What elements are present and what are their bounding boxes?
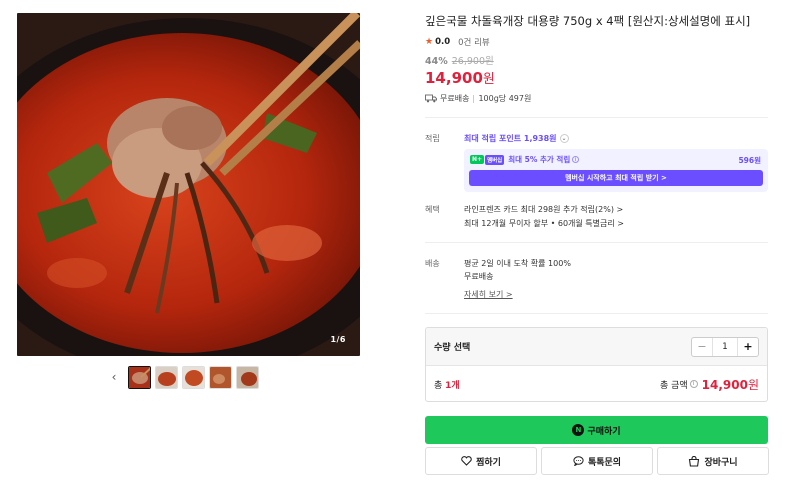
quantity-box: 수량 선택 − 1 + 총 1개 총 금액 i 14,900원 <box>425 327 768 402</box>
thumbnail-5-image <box>237 366 258 388</box>
buy-button-label: 구매하기 <box>587 426 621 437</box>
talk-inquiry-label: 톡톡문의 <box>587 457 622 468</box>
cart-label: 장바구니 <box>704 457 738 468</box>
stew-photo <box>17 13 360 356</box>
points-label: 적립 <box>425 134 440 143</box>
buy-button[interactable]: N 구매하기 <box>425 416 768 444</box>
divider <box>425 117 768 118</box>
total-count-value: 1개 <box>445 380 460 391</box>
thumbnail-5[interactable] <box>236 365 259 389</box>
quantity-stepper: − 1 + <box>691 336 759 357</box>
total-price-amount: 14,900원 <box>702 376 759 393</box>
heart-icon <box>461 456 472 466</box>
secondary-actions: 찜하기 톡톡문의 장바구니 <box>425 447 769 475</box>
info-icon[interactable]: i <box>689 380 698 388</box>
membership-start-button[interactable]: 멤버십 시작하고 최대 적립 받기 > <box>469 170 763 186</box>
star-icon: ★ <box>425 37 434 47</box>
thumbnail-4[interactable] <box>209 365 232 389</box>
total-price-unit: 원 <box>747 377 759 392</box>
review-count[interactable]: 0건 리뷰 <box>458 36 490 48</box>
truck-icon <box>425 94 437 103</box>
delivery-estimate: 평균 2일 이내 도착 확률 100% <box>464 259 571 268</box>
quantity-label: 수량 선택 <box>434 343 471 353</box>
chevron-down-icon: ⌄ <box>559 134 569 143</box>
membership-row: N+ 멤버십 최대 5% 추가 적립 i <box>470 154 580 165</box>
wishlist-label: 찜하기 <box>476 457 501 468</box>
wishlist-button[interactable]: 찜하기 <box>425 447 537 475</box>
total-price-value: 14,900 <box>701 377 748 392</box>
discount-row: 44% 26,900원 <box>425 53 494 67</box>
quantity-selector-row: 수량 선택 − 1 + <box>426 328 767 366</box>
membership-box: N+ 멤버십 최대 5% 추가 적립 i 596원 멤버십 시작하고 최대 적립… <box>464 149 768 192</box>
total-count: 총 1개 <box>434 378 460 391</box>
chat-bubble-icon <box>573 456 584 466</box>
sale-price: 14,900원 <box>425 68 495 87</box>
thumbnail-3[interactable] <box>182 365 205 389</box>
original-price: 26,900원 <box>451 56 494 67</box>
thumbnail-2-image <box>156 366 177 388</box>
thumbnail-4-image <box>210 366 231 388</box>
product-title: 깊은국물 차돌육개장 대용량 750g x 4팩 [원산지:상세설명에 표시] <box>425 14 751 28</box>
naver-n-icon: N <box>572 424 585 436</box>
quantity-value[interactable]: 1 <box>712 337 738 356</box>
thumbnail-1-image <box>129 366 150 388</box>
increase-button[interactable]: + <box>738 338 758 356</box>
discount-rate: 44% <box>425 56 448 67</box>
total-count-prefix: 총 <box>434 380 446 391</box>
sale-price-unit: 원 <box>482 72 495 87</box>
delivery-details-link[interactable]: 자세히 보기 > <box>464 289 513 300</box>
npay-badge: N+ <box>470 155 485 164</box>
cart-button[interactable]: 장바구니 <box>657 447 769 475</box>
rating-score: 0.0 <box>435 37 451 47</box>
image-page-indicator: 1/6 <box>330 335 346 344</box>
thumbnail-prev-arrow[interactable]: ‹ <box>108 370 120 384</box>
thumbnail-3-image <box>183 366 204 388</box>
talk-inquiry-button[interactable]: 톡톡문의 <box>541 447 653 475</box>
info-icon[interactable]: i <box>572 156 580 163</box>
thumbnail-1[interactable] <box>128 365 151 389</box>
membership-badge: 멤버십 <box>485 154 505 165</box>
max-points-text: 최대 적립 포인트 1,938원 <box>464 134 557 143</box>
shopping-bag-icon <box>689 455 700 467</box>
divider <box>473 94 475 103</box>
delivery-label: 배송 <box>425 259 440 268</box>
rating-row[interactable]: ★ 0.0 0건 리뷰 <box>425 36 490 48</box>
sale-price-value: 14,900 <box>425 69 483 87</box>
benefits-label: 혜택 <box>425 205 440 214</box>
installment-benefit[interactable]: 최대 12개월 무이자 할부 • 60개월 특별금리 > <box>464 218 624 229</box>
unit-price: 100g당 497원 <box>478 94 532 103</box>
main-product-image[interactable]: 1/6 <box>17 13 360 356</box>
thumbnail-strip: ‹ › <box>108 365 715 389</box>
total-row: 총 1개 총 금액 i 14,900원 <box>426 366 767 402</box>
total-price-label: 총 금액 <box>659 380 688 391</box>
max-points[interactable]: 최대 적립 포인트 1,938원 ⌄ <box>464 133 569 144</box>
decrease-button[interactable]: − <box>692 338 712 356</box>
divider <box>425 313 768 314</box>
membership-text: 최대 5% 추가 적립 <box>508 155 571 164</box>
card-benefit[interactable]: 라인프렌즈 카드 최대 298원 추가 적립(2%) > <box>464 204 623 215</box>
shipping-text: 무료배송 <box>440 94 470 103</box>
total-price: 총 금액 i 14,900원 <box>660 376 759 393</box>
delivery-fee: 무료배송 <box>464 272 494 281</box>
membership-amount: 596원 <box>738 156 761 165</box>
shipping-summary: 무료배송 100g당 497원 <box>425 93 531 104</box>
divider <box>425 242 768 243</box>
thumbnail-2[interactable] <box>155 365 178 389</box>
